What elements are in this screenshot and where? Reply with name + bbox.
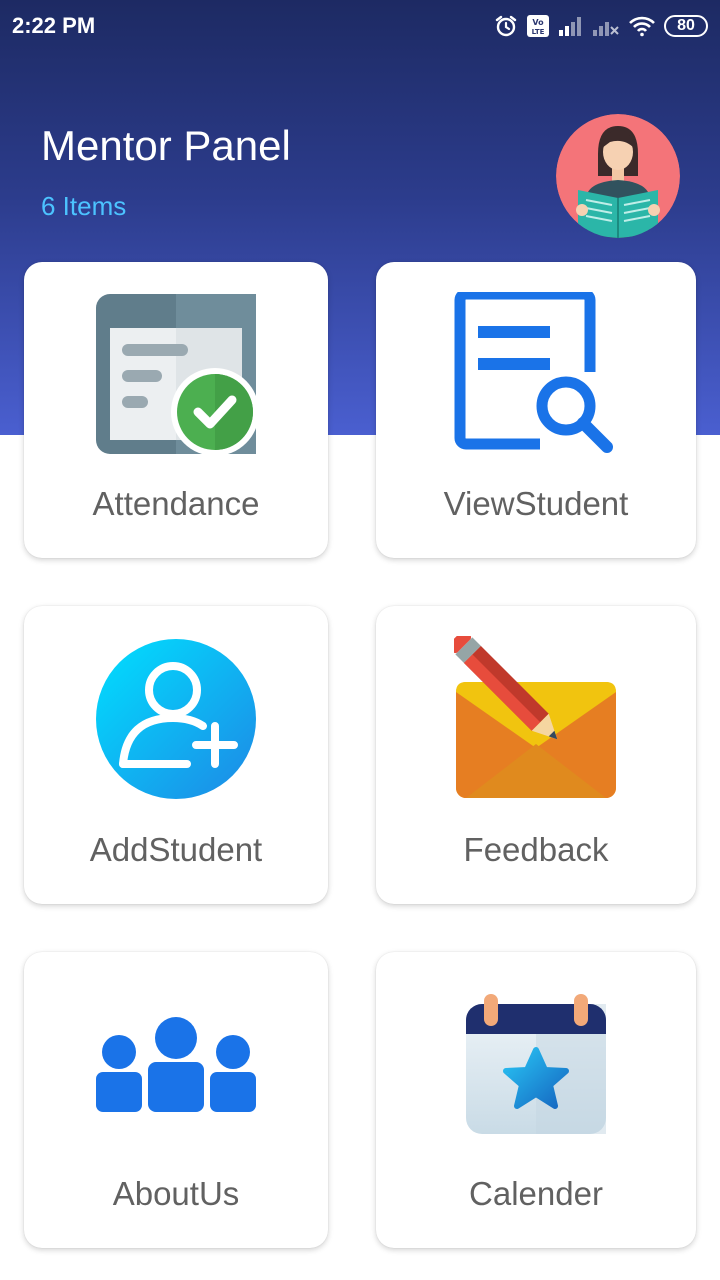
svg-text:LTE: LTE [532, 28, 545, 36]
volte-icon: Vo LTE [526, 14, 550, 38]
menu-card-view-student[interactable]: ViewStudent [376, 262, 696, 558]
menu-card-add-student[interactable]: AddStudent [24, 606, 328, 904]
page-title: Mentor Panel [41, 122, 291, 169]
signal-icon [558, 15, 584, 37]
menu-card-calendar[interactable]: Calender [376, 952, 696, 1248]
item-count: 6 Items [41, 191, 127, 221]
menu-card-label: AboutUs [112, 1175, 240, 1212]
status-bar: 2:22 PM Vo LTE 80 [0, 0, 720, 52]
attendance-icon [94, 292, 259, 456]
menu-card-label: Attendance [92, 485, 260, 522]
alarm-icon [494, 14, 518, 38]
menu-card-label: AddStudent [89, 831, 263, 868]
mentor-avatar-icon[interactable] [556, 114, 680, 238]
status-time: 2:22 PM [12, 13, 96, 38]
svg-text:Vo: Vo [532, 18, 544, 27]
calendar-icon [464, 992, 608, 1136]
menu-card-about-us[interactable]: AboutUs [24, 952, 328, 1248]
status-icons: Vo LTE 80 [494, 10, 708, 42]
menu-card-label: Feedback [463, 831, 609, 868]
menu-card-feedback[interactable]: Feedback [376, 606, 696, 904]
menu-card-attendance[interactable]: Attendance [24, 262, 328, 558]
view-student-icon [454, 288, 618, 456]
add-student-icon [95, 638, 257, 800]
battery-icon: 80 [664, 15, 708, 37]
signal-no-service-icon [592, 15, 620, 37]
menu-card-label: ViewStudent [443, 485, 629, 522]
menu-card-label: Calender [469, 1175, 603, 1212]
about-us-icon [94, 1014, 258, 1114]
wifi-icon [628, 15, 656, 37]
feedback-icon [448, 630, 618, 800]
